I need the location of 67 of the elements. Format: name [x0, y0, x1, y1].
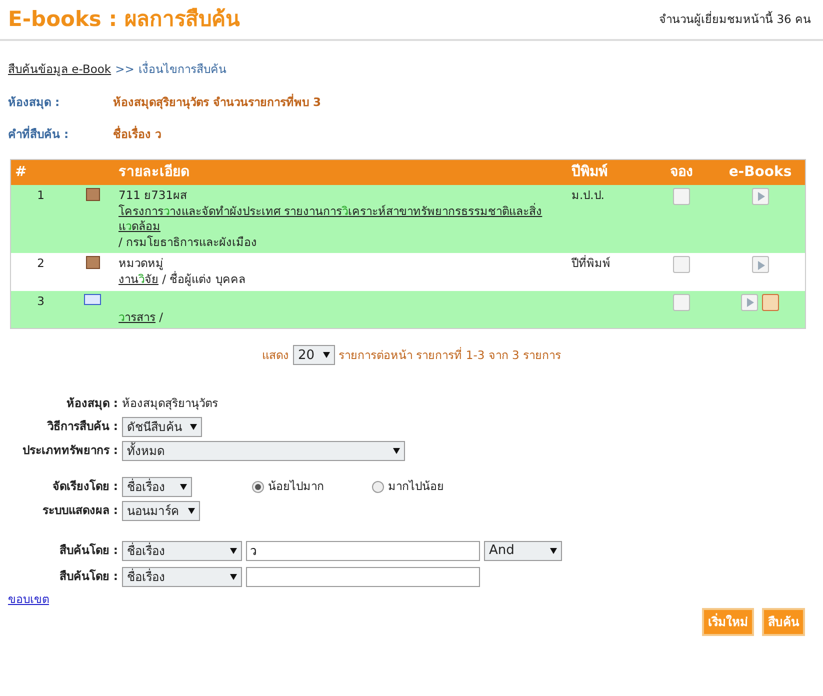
play-icon[interactable]: [752, 188, 769, 205]
field-label: ห้องสมุด :: [65, 395, 119, 412]
operator-select[interactable]: And: [484, 540, 562, 561]
call-number: 711 ย731ผส: [118, 188, 188, 204]
search-input[interactable]: ว: [246, 540, 480, 561]
search-input[interactable]: [246, 566, 480, 587]
row-number: 1: [10, 184, 70, 254]
field-label: วิธีการสืบค้น :: [46, 418, 119, 435]
info-label: คำที่สืบค้น :: [8, 126, 70, 142]
book-icon: [86, 188, 100, 201]
caret-icon: [180, 484, 187, 490]
book-icon: [86, 256, 100, 270]
caret-icon: [550, 548, 557, 554]
radio-button[interactable]: [372, 480, 384, 493]
paging-summary: รายการต่อหน้า รายการที่ 1-3 จาก 3 รายการ: [338, 346, 561, 364]
column-header: ปีพิมพ์: [568, 159, 648, 185]
column-header: e-Books: [716, 159, 806, 185]
caret-icon: [322, 352, 330, 358]
field-label: สืบค้นโดย :: [58, 568, 119, 585]
column-header: #: [10, 159, 70, 185]
title-link[interactable]: วารสาร: [118, 310, 156, 326]
column-header: รายละเอียด: [114, 159, 568, 185]
row-number: 2: [10, 253, 70, 291]
resource-type-select[interactable]: ทั้งหมด: [122, 440, 405, 461]
record-title-line: โครงการวางและจัดทำผังประเทศ รายงานการวิเคราะห์สาขาทรัพยากรธรรมชาติและสิ่งแวดล้อม / กรมโยธาธิการและผังเมือง: [118, 204, 564, 250]
caret-icon: [230, 574, 237, 580]
library-value: ห้องสมุดสุริยานุวัตร: [122, 395, 218, 412]
info-label: ห้องสมุด :: [8, 94, 61, 112]
caret-icon: [393, 448, 400, 454]
document-icon[interactable]: [762, 294, 780, 311]
scope-link[interactable]: ขอบเขต: [8, 590, 49, 608]
sort-select[interactable]: ชื่อเรื่อง: [122, 476, 192, 497]
title-link[interactable]: โครงการวางและจัดทำผังประเทศ รายงานการวิเคราะห์สาขาทรัพยากรธรรมชาติและสิ่งแวดล้อม: [118, 204, 564, 235]
record-title-line: วารสาร /: [118, 310, 164, 326]
field-label: สืบค้นโดย :: [58, 542, 119, 559]
info-value: ห้องสมุดสุริยานุวัตร จำนวนรายการที่พบ 3: [113, 94, 322, 112]
display-select[interactable]: นอนมาร์ค: [122, 500, 200, 521]
caret-icon: [188, 508, 195, 514]
record-title-line: งานวิจัย / ชื่อผู้แต่ง บุคคล: [118, 272, 246, 288]
sort-order-option[interactable]: น้อยไปมาก: [252, 478, 324, 496]
visitor-count: จำนวนผู้เยี่ยมชมหน้านี้ 36 คน: [659, 10, 811, 28]
publish-year: ม.ป.ป.: [568, 184, 648, 254]
page-title: E-books : ผลการสืบค้น: [8, 6, 240, 33]
search-field-select[interactable]: ชื่อเรื่อง: [122, 540, 242, 561]
breadcrumb-current: เงื่อนไขการสืบค้น: [138, 61, 226, 78]
info-value: ชื่อเรื่อง ว: [113, 126, 162, 142]
method-select[interactable]: ดัชนีสืบค้น: [122, 416, 202, 437]
field-label: จัดเรียงโดย :: [51, 478, 119, 495]
field-label: ประเภททรัพยากร :: [21, 442, 119, 459]
call-number: หมวดหมู่: [118, 256, 164, 272]
sort-order-option[interactable]: มากไปน้อย: [372, 478, 444, 496]
publish-year: ปีที่พิมพ์: [568, 253, 648, 291]
play-icon[interactable]: [741, 294, 758, 311]
field-label: ระบบแสดงผล :: [41, 502, 119, 519]
per-page-select[interactable]: 20: [293, 345, 335, 366]
journal-icon: [84, 294, 101, 305]
column-header: จอง: [648, 159, 716, 185]
caret-icon: [190, 424, 197, 430]
row-number: 3: [10, 290, 70, 329]
breadcrumb-link[interactable]: สืบค้นข้อมูล e-Book: [8, 61, 112, 78]
breadcrumb-separator: >>: [115, 61, 134, 78]
radio-button[interactable]: [252, 480, 264, 493]
title-link[interactable]: งานวิจัย: [118, 272, 158, 288]
caret-icon: [230, 548, 237, 554]
play-icon[interactable]: [752, 256, 769, 274]
paging-label: แสดง: [262, 346, 290, 364]
search-field-select[interactable]: ชื่อเรื่อง: [122, 566, 242, 587]
